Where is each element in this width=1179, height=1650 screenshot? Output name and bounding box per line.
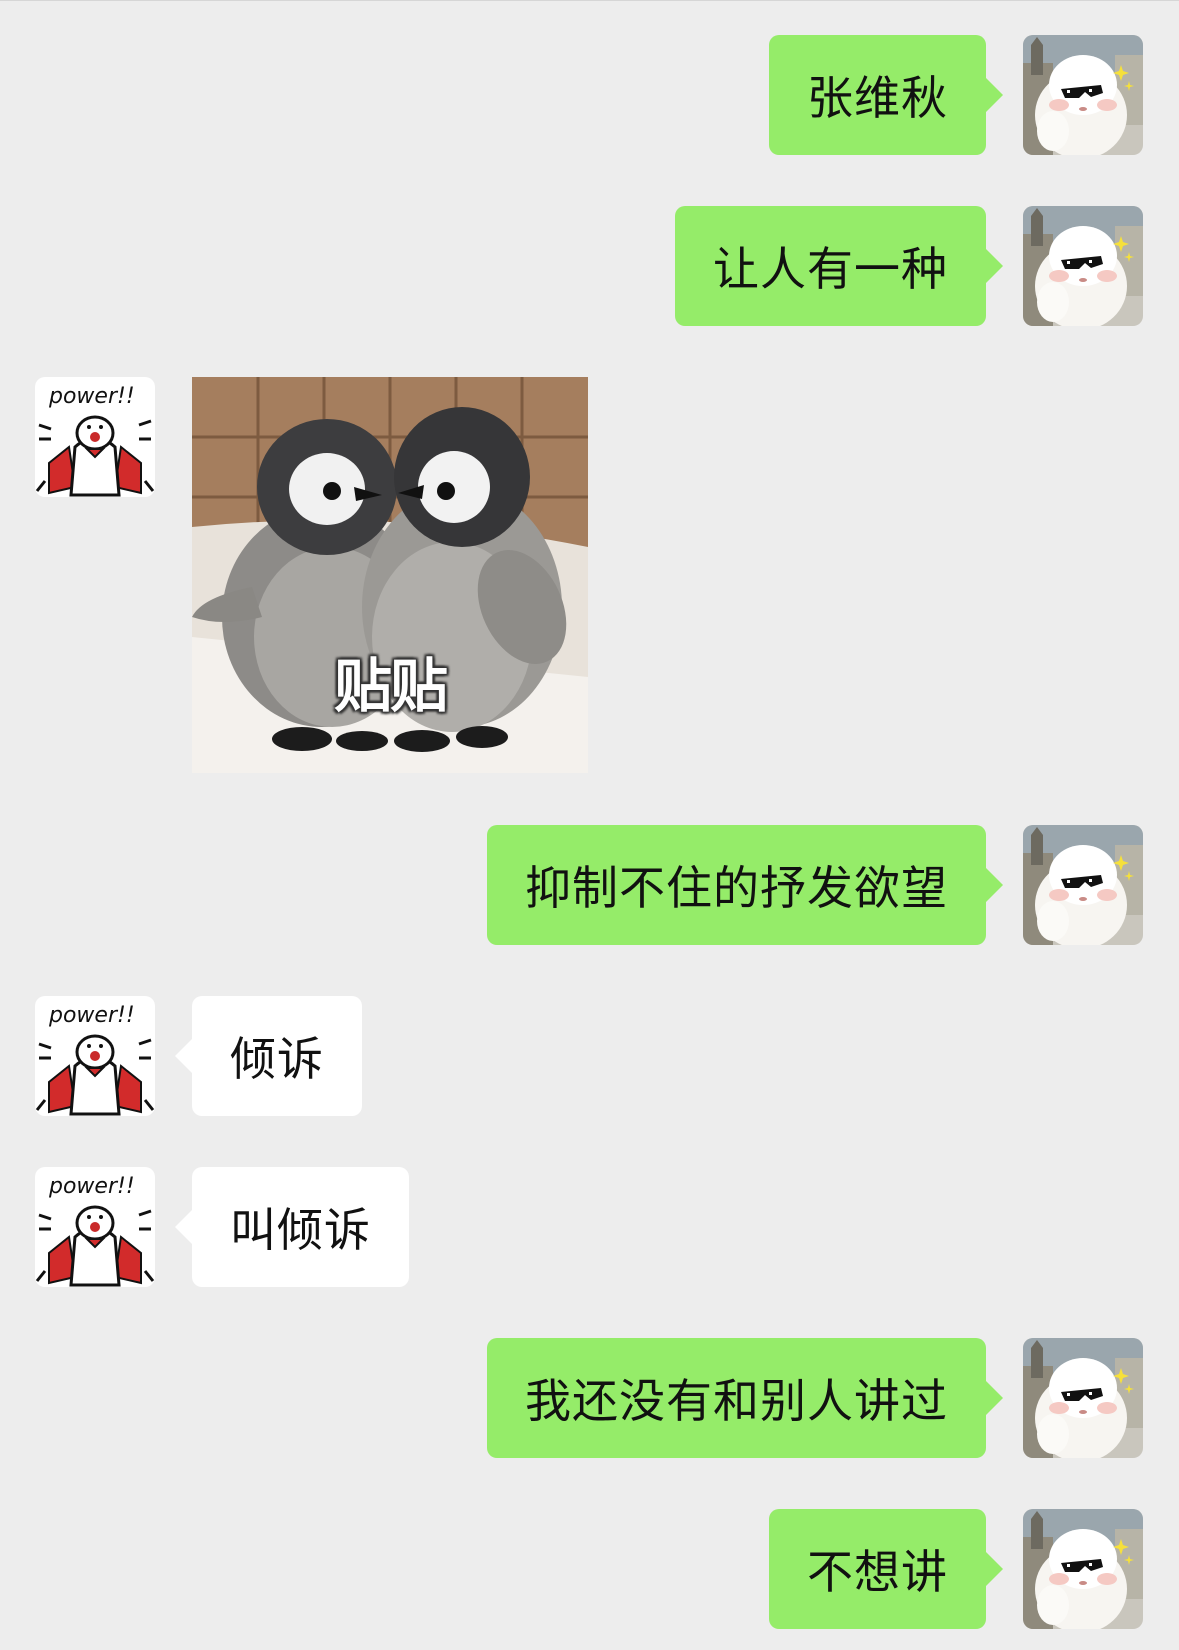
message-text: 张维秋 bbox=[807, 71, 948, 125]
my-message-bubble[interactable]: 抑制不住的抒发欲望 bbox=[487, 825, 1003, 945]
top-divider bbox=[0, 0, 1179, 1]
other-avatar[interactable] bbox=[35, 1167, 155, 1287]
my-avatar[interactable] bbox=[1023, 1509, 1143, 1629]
my-message-bubble[interactable]: 张维秋 bbox=[769, 35, 1003, 155]
power-cartoon-icon bbox=[35, 996, 155, 1116]
my-avatar[interactable] bbox=[1023, 35, 1143, 155]
power-cartoon-icon bbox=[35, 1167, 155, 1287]
message-text: 叫倾诉 bbox=[230, 1203, 371, 1257]
my-avatar[interactable] bbox=[1023, 206, 1143, 326]
alpaca-sunglasses-icon bbox=[1023, 1338, 1143, 1458]
alpaca-sunglasses-icon bbox=[1023, 206, 1143, 326]
my-message-bubble[interactable]: 让人有一种 bbox=[675, 206, 1003, 326]
message-text: 倾诉 bbox=[230, 1032, 324, 1086]
other-avatar[interactable] bbox=[35, 996, 155, 1116]
message-text: 让人有一种 bbox=[713, 242, 948, 296]
alpaca-sunglasses-icon bbox=[1023, 35, 1143, 155]
message-text: 抑制不住的抒发欲望 bbox=[525, 861, 948, 915]
power-cartoon-icon bbox=[35, 377, 155, 497]
message-text: 我还没有和别人讲过 bbox=[525, 1374, 948, 1428]
alpaca-sunglasses-icon bbox=[1023, 1509, 1143, 1629]
message-text: 不想讲 bbox=[807, 1545, 948, 1599]
other-avatar[interactable] bbox=[35, 377, 155, 497]
my-message-bubble[interactable]: 我还没有和别人讲过 bbox=[487, 1338, 1003, 1458]
my-message-bubble[interactable]: 不想讲 bbox=[769, 1509, 1003, 1629]
other-message-bubble[interactable]: 倾诉 bbox=[175, 996, 362, 1116]
alpaca-sunglasses-icon bbox=[1023, 825, 1143, 945]
sticker-caption: 贴贴 bbox=[333, 652, 448, 720]
my-avatar[interactable] bbox=[1023, 825, 1143, 945]
other-message-bubble[interactable]: 叫倾诉 bbox=[175, 1167, 409, 1287]
penguin-sticker-message[interactable]: 贴贴 bbox=[192, 377, 588, 773]
my-avatar[interactable] bbox=[1023, 1338, 1143, 1458]
